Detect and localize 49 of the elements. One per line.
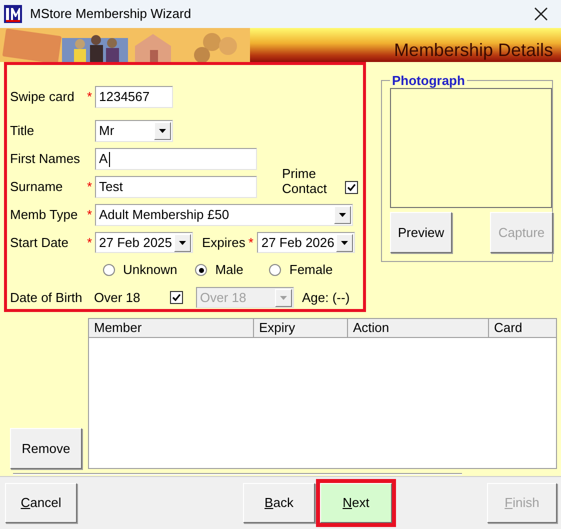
membership-type-select[interactable]: Adult Membership £50 [95, 204, 353, 226]
field-label: First Names [9, 150, 82, 168]
over-18-checkbox[interactable] [170, 291, 183, 304]
radio-label: Unknown [123, 261, 178, 280]
field-label: Surname [9, 178, 64, 196]
page-heading: Membership Details [394, 41, 553, 59]
radio-button[interactable] [269, 264, 282, 276]
prime-contact-checkbox[interactable] [345, 180, 358, 194]
radio-label: Female [289, 261, 333, 280]
first-names-field[interactable]: A [95, 148, 257, 170]
caret-icon [341, 240, 348, 244]
field-label: Title [9, 122, 36, 140]
remove-button[interactable]: Remove [10, 428, 82, 469]
column-header[interactable]: Expiry [254, 319, 348, 338]
radio-button[interactable] [103, 264, 115, 276]
required-marker: * [86, 206, 94, 224]
expires-select[interactable]: 27 Feb 2026 [257, 232, 356, 253]
close-icon [534, 7, 548, 21]
required-marker: * [86, 88, 94, 106]
required-marker: * [86, 178, 94, 196]
required-marker: * [86, 234, 94, 252]
column-header[interactable]: Card [489, 319, 556, 338]
swipe-card-field[interactable]: 1234567 [95, 86, 173, 108]
required-marker: * [247, 234, 254, 252]
column-header[interactable]: Member [89, 319, 254, 338]
field-value: Over 18 [94, 288, 142, 307]
caret-icon [159, 129, 166, 133]
field-label: Memb Type [9, 206, 79, 224]
caret-icon [280, 296, 287, 300]
radio-label: Male [215, 261, 244, 280]
wizard-button[interactable]: Cancel [5, 483, 77, 523]
photo-button[interactable]: Preview [390, 212, 452, 253]
window-title: MStore Membership Wizard [30, 5, 192, 24]
caret-icon [339, 213, 346, 217]
wizard-button[interactable]: Back [243, 483, 315, 523]
field-label: Expires [202, 234, 246, 252]
app-icon [4, 5, 22, 23]
field-label: Start Date [9, 234, 70, 252]
radio-button[interactable] [195, 264, 208, 276]
group-label: Photograph [391, 74, 466, 87]
caret-icon [179, 240, 186, 244]
age-text: Age: (--) [302, 288, 350, 307]
field-label: Swipe card [9, 88, 76, 106]
field-label: Date of Birth [9, 288, 84, 307]
surname-field[interactable]: Test [95, 176, 257, 198]
column-header[interactable]: Action [348, 319, 489, 338]
start-date-select[interactable]: 27 Feb 2025 [95, 232, 193, 253]
title-select[interactable]: Mr [95, 120, 173, 142]
checkbox-label: Prime Contact [282, 166, 328, 196]
